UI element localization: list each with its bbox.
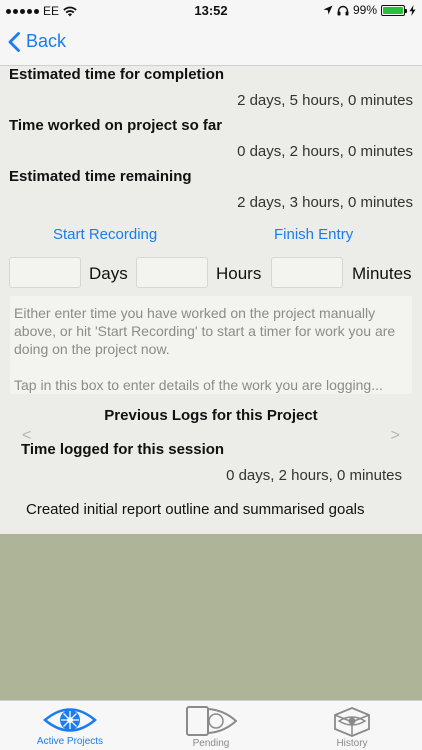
eye-icon <box>43 708 97 732</box>
battery-percent: 99% <box>352 3 377 17</box>
tab-label: Active Projects <box>36 736 104 747</box>
headphones-icon <box>337 5 349 15</box>
status-right: 99% <box>323 3 416 17</box>
chevron-left-icon <box>8 31 20 52</box>
days-label: Days <box>89 264 128 283</box>
tab-label: History <box>336 738 368 749</box>
tab-pending[interactable]: Pending <box>141 703 281 750</box>
hours-input[interactable] <box>136 257 208 288</box>
session-time-label: Time logged for this session <box>21 441 225 458</box>
next-log-arrow[interactable]: > <box>391 427 400 445</box>
previous-logs-title: Previous Logs for this Project <box>104 407 318 424</box>
time-remaining-value: 2 days, 3 hours, 0 minutes <box>237 194 413 211</box>
tab-bar: Active Projects Pending History <box>0 700 422 750</box>
log-description: Created initial report outline and summa… <box>26 501 365 518</box>
time-worked-label: Time worked on project so far <box>9 117 223 134</box>
estimated-time-value: 2 days, 5 hours, 0 minutes <box>237 92 413 109</box>
status-bar: EE 13:52 99% <box>0 0 422 22</box>
location-arrow-icon <box>323 5 333 15</box>
work-details-textarea[interactable]: Either enter time you have worked on the… <box>10 296 412 394</box>
notes-instructions: Either enter time you have worked on the… <box>14 305 396 357</box>
days-input[interactable] <box>9 257 81 288</box>
tab-label: Pending <box>192 738 230 749</box>
navigation-bar: Back <box>0 22 422 66</box>
hours-label: Hours <box>216 264 262 283</box>
minutes-input[interactable] <box>271 257 343 288</box>
back-button-label: Back <box>26 31 67 51</box>
pending-eye-icon <box>186 706 238 736</box>
time-worked-value: 0 days, 2 hours, 0 minutes <box>237 143 413 160</box>
session-time-value: 0 days, 2 hours, 0 minutes <box>226 467 402 484</box>
battery-icon <box>381 4 407 16</box>
tab-history[interactable]: History <box>282 703 422 750</box>
finish-entry-button[interactable]: Finish Entry <box>274 226 353 243</box>
minutes-label: Minutes <box>352 264 412 283</box>
notes-placeholder: Tap in this box to enter details of the … <box>14 377 383 393</box>
tab-active-projects[interactable]: Active Projects <box>0 703 140 750</box>
previous-logs-panel: Previous Logs for this Project < > Time … <box>10 397 412 532</box>
log-time-screen: Estimated time for completion 2 days, 5 … <box>0 66 422 534</box>
history-icon <box>334 707 370 737</box>
start-recording-button[interactable]: Start Recording <box>53 226 157 243</box>
time-remaining-label: Estimated time remaining <box>9 168 192 185</box>
empty-area <box>0 534 422 700</box>
back-button[interactable]: Back <box>8 31 66 52</box>
estimated-time-label: Estimated time for completion <box>9 66 225 83</box>
charging-bolt-icon <box>409 4 416 16</box>
